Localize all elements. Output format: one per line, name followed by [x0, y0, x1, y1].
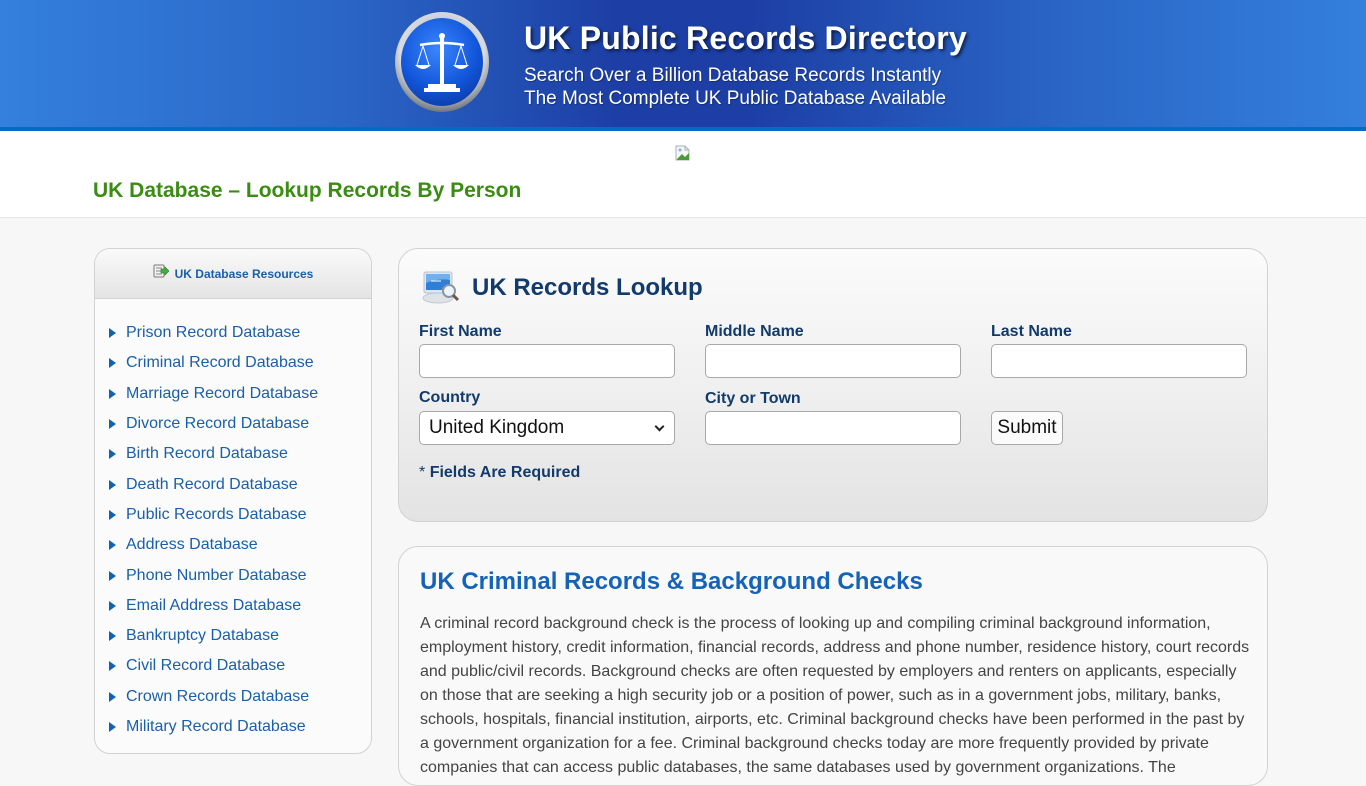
sidebar-link[interactable]: Email Address Database — [126, 597, 301, 615]
triangle-bullet-icon — [109, 419, 116, 430]
computer-search-icon — [421, 269, 461, 305]
first-name-input[interactable] — [419, 344, 675, 378]
triangle-bullet-icon — [109, 328, 116, 339]
submit-button[interactable]: Submit — [991, 411, 1063, 445]
triangle-bullet-icon — [109, 449, 116, 460]
records-lookup-form: UK Records Lookup First Name Middle Name… — [398, 248, 1268, 522]
first-name-label: First Name — [419, 323, 502, 340]
triangle-bullet-icon — [109, 358, 116, 369]
sidebar-link[interactable]: Phone Number Database — [126, 567, 307, 585]
sidebar-item-prison: Prison Record Database — [109, 318, 371, 348]
page-title-strip: UK Database – Lookup Records By Person — [0, 131, 1366, 218]
country-select[interactable]: United Kingdom — [419, 411, 675, 445]
sidebar-item-crown: Crown Records Database — [109, 682, 371, 712]
triangle-bullet-icon — [109, 388, 116, 399]
database-arrow-icon — [153, 264, 170, 283]
sidebar-link[interactable]: Death Record Database — [126, 476, 298, 494]
required-fields-note: * Fields Are Required — [419, 464, 580, 482]
triangle-bullet-icon — [109, 722, 116, 732]
sidebar-link[interactable]: Address Database — [126, 536, 258, 554]
page-title: UK Database – Lookup Records By Person — [93, 179, 522, 202]
sidebar-item-death: Death Record Database — [109, 469, 371, 499]
site-title: UK Public Records Directory — [524, 20, 967, 56]
sidebar-link[interactable]: Prison Record Database — [126, 324, 300, 342]
sidebar-item-divorce: Divorce Record Database — [109, 409, 371, 439]
triangle-bullet-icon — [109, 661, 116, 672]
triangle-bullet-icon — [109, 540, 116, 551]
form-title: UK Records Lookup — [472, 274, 703, 301]
middle-name-label: Middle Name — [705, 323, 804, 340]
sidebar-item-marriage: Marriage Record Database — [109, 379, 371, 409]
triangle-bullet-icon — [109, 691, 116, 702]
triangle-bullet-icon — [109, 509, 116, 520]
scales-of-justice-icon — [401, 18, 483, 106]
article-title: UK Criminal Records & Background Checks — [420, 568, 923, 595]
sidebar-item-email: Email Address Database — [109, 591, 371, 621]
sidebar-link[interactable]: Criminal Record Database — [126, 354, 314, 372]
sidebar-item-military: Military Record Database — [109, 712, 371, 742]
triangle-bullet-icon — [109, 479, 116, 490]
sidebar-link[interactable]: Military Record Database — [126, 718, 306, 736]
country-selected-value: United Kingdom — [429, 417, 565, 438]
banner-content: UK Public Records Directory Search Over … — [395, 10, 995, 120]
sidebar-link[interactable]: Civil Record Database — [126, 657, 285, 675]
city-label: City or Town — [705, 390, 801, 407]
sidebar-link[interactable]: Birth Record Database — [126, 445, 288, 463]
sidebar-item-birth: Birth Record Database — [109, 439, 371, 469]
last-name-input[interactable] — [991, 344, 1247, 378]
sidebar-resources: UK Database Resources Prison Record Data… — [94, 248, 372, 754]
article-body: A criminal record background check is th… — [420, 615, 1250, 776]
site-tagline-1: Search Over a Billion Database Records I… — [524, 65, 942, 86]
required-note-text: Fields Are Required — [429, 464, 581, 481]
triangle-bullet-icon — [109, 631, 116, 642]
sidebar-link[interactable]: Marriage Record Database — [126, 385, 318, 403]
triangle-bullet-icon — [109, 570, 116, 581]
site-header-banner: UK Public Records Directory Search Over … — [0, 0, 1366, 131]
sidebar-item-phone: Phone Number Database — [109, 560, 371, 590]
site-logo[interactable] — [395, 12, 489, 112]
site-tagline-2: The Most Complete UK Public Database Ava… — [524, 88, 947, 109]
middle-name-input[interactable] — [705, 344, 961, 378]
sidebar-link[interactable]: Divorce Record Database — [126, 415, 309, 433]
sidebar-link[interactable]: Public Records Database — [126, 506, 307, 524]
sidebar-item-address: Address Database — [109, 530, 371, 560]
sidebar-item-bankruptcy: Bankruptcy Database — [109, 621, 371, 651]
sidebar-link[interactable]: Bankruptcy Database — [126, 627, 279, 645]
sidebar-item-public-records: Public Records Database — [109, 500, 371, 530]
chevron-down-icon — [654, 421, 665, 431]
article-section: UK Criminal Records & Background Checks … — [398, 546, 1268, 786]
sidebar-link[interactable]: Crown Records Database — [126, 688, 309, 706]
broken-image-icon — [675, 145, 691, 161]
sidebar-header: UK Database Resources — [95, 249, 371, 299]
sidebar-item-criminal: Criminal Record Database — [109, 348, 371, 378]
triangle-bullet-icon — [109, 600, 116, 611]
last-name-label: Last Name — [991, 323, 1072, 340]
required-star: * — [419, 464, 426, 481]
city-input[interactable] — [705, 411, 961, 445]
country-label: Country — [419, 389, 481, 406]
sidebar-title: UK Database Resources — [174, 266, 314, 281]
sidebar-item-civil: Civil Record Database — [109, 651, 371, 681]
sidebar-link-list: Prison Record Database Criminal Record D… — [95, 299, 371, 742]
